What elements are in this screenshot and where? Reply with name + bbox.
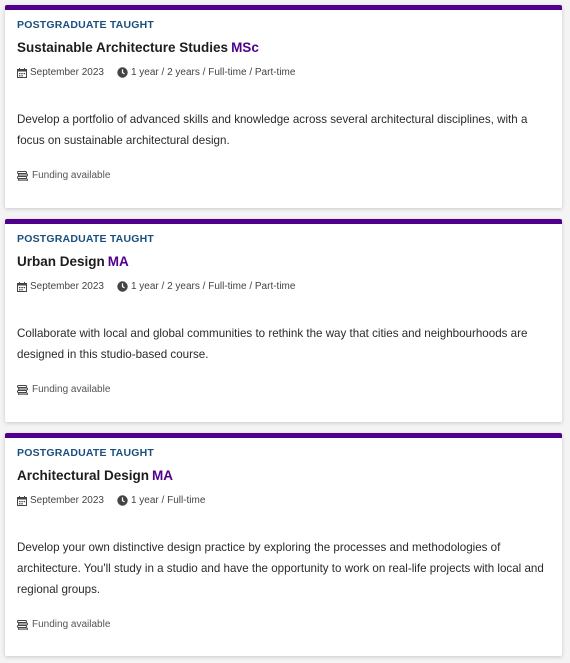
course-card[interactable]: POSTGRADUATE TAUGHT Sustainable Architec… (5, 5, 562, 208)
course-funding-text: Funding available (32, 170, 111, 181)
coins-icon (17, 170, 28, 181)
coins-icon (17, 619, 28, 630)
course-duration: 1 year / 2 years / Full-time / Part-time (117, 281, 296, 292)
clock-icon (117, 495, 128, 506)
course-funding: Funding available (17, 170, 110, 181)
course-category: POSTGRADUATE TAUGHT (17, 447, 154, 459)
course-start-text: September 2023 (30, 495, 104, 506)
calendar-icon (17, 67, 27, 78)
course-title-text[interactable]: Architectural Design (17, 468, 149, 483)
calendar-icon (17, 281, 27, 292)
coins-icon (17, 384, 28, 395)
course-duration: 1 year / 2 years / Full-time / Part-time (117, 67, 296, 78)
course-meta: September 2023 1 year / 2 years / Full-t… (17, 281, 295, 292)
course-duration: 1 year / Full-time (117, 495, 205, 506)
calendar-icon (17, 495, 27, 506)
course-title[interactable]: Urban Design MA (17, 254, 129, 269)
course-duration-text: 1 year / 2 years / Full-time / Part-time (130, 67, 296, 78)
course-title[interactable]: Sustainable Architecture Studies MSc (17, 40, 259, 55)
course-title-text[interactable]: Urban Design (17, 254, 105, 269)
course-funding-text: Funding available (32, 619, 111, 630)
course-award: MA (107, 254, 129, 269)
course-start: September 2023 (17, 495, 104, 506)
course-meta: September 2023 1 year / 2 years / Full-t… (17, 67, 295, 78)
course-duration-text: 1 year / Full-time (130, 495, 206, 506)
course-start-text: September 2023 (30, 67, 104, 78)
course-category: POSTGRADUATE TAUGHT (17, 233, 154, 245)
course-award: MA (152, 468, 174, 483)
course-duration-text: 1 year / 2 years / Full-time / Part-time (130, 281, 296, 292)
course-title-text[interactable]: Sustainable Architecture Studies (17, 40, 228, 55)
course-card[interactable]: POSTGRADUATE TAUGHT Architectural Design… (5, 433, 562, 656)
course-card[interactable]: POSTGRADUATE TAUGHT Urban Design MA Septe… (5, 219, 562, 422)
course-description: Collaborate with local and global commun… (17, 327, 528, 361)
clock-icon (117, 281, 128, 292)
course-start: September 2023 (17, 281, 104, 292)
course-award: MSc (231, 40, 259, 55)
course-funding-text: Funding available (32, 384, 111, 395)
course-funding: Funding available (17, 384, 110, 395)
course-meta: September 2023 1 year / Full-time (17, 495, 205, 506)
course-funding: Funding available (17, 619, 110, 630)
course-start-text: September 2023 (30, 281, 104, 292)
course-category: POSTGRADUATE TAUGHT (17, 19, 154, 31)
course-start: September 2023 (17, 67, 104, 78)
course-description: Develop a portfolio of advanced skills a… (17, 113, 528, 147)
clock-icon (117, 67, 128, 78)
course-description: Develop your own distinctive design prac… (17, 541, 544, 596)
course-list: POSTGRADUATE TAUGHT Sustainable Architec… (0, 0, 570, 663)
course-title[interactable]: Architectural Design MA (17, 468, 173, 483)
